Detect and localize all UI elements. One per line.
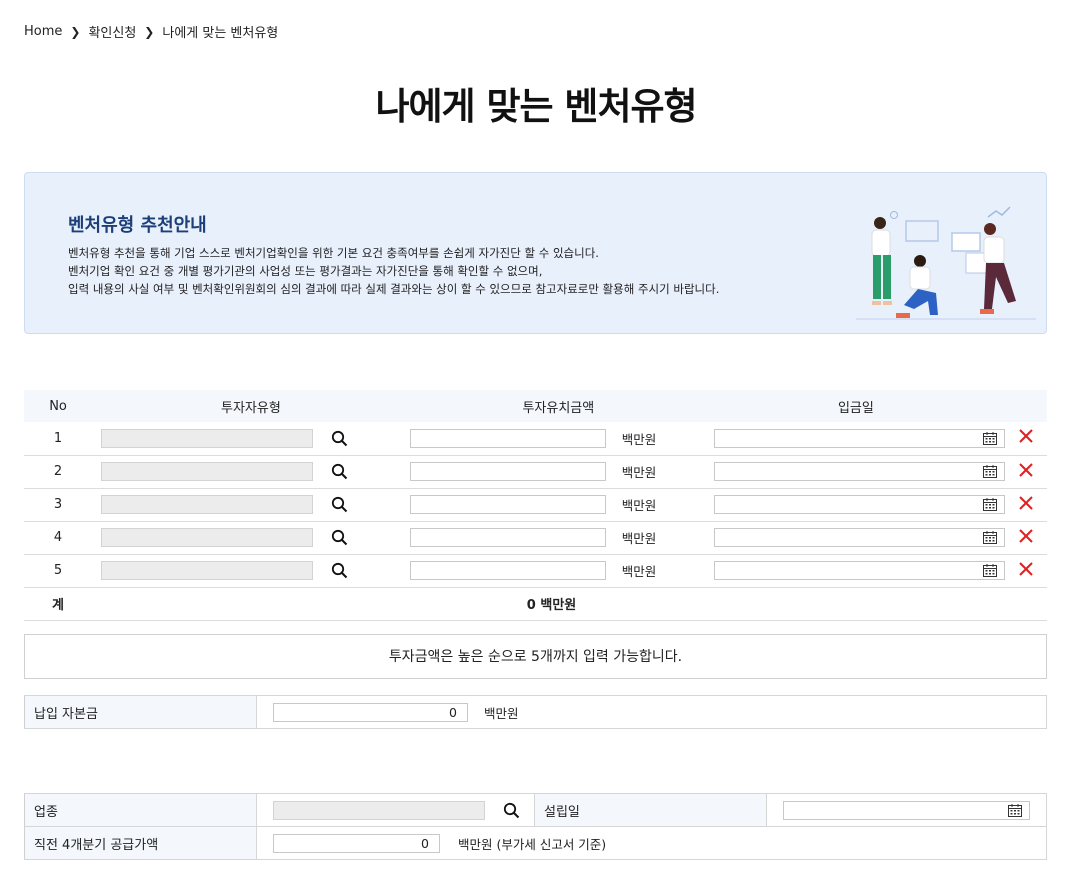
header-deposit-date: 입금일 [706,390,1005,422]
calendar-icon[interactable] [982,564,997,577]
table-row: 5 백만원 [24,554,1047,588]
founded-date-input[interactable] [783,800,1030,820]
deposit-date-input[interactable] [713,428,1005,448]
investor-type-input[interactable] [101,428,314,448]
search-icon[interactable] [329,528,349,548]
close-icon[interactable] [1017,560,1035,578]
row-no: 5 [24,554,93,588]
close-icon[interactable] [1017,494,1035,512]
header-investor-type: 투자자유형 [92,390,410,422]
amount-unit: 백만원 [621,531,657,546]
amount-unit: 백만원 [621,498,657,513]
investor-type-input[interactable] [101,462,314,481]
table-row: 3 백만원 [24,488,1047,522]
investment-amount-input[interactable] [409,528,606,547]
deposit-date-input[interactable] [713,528,1005,547]
industry-input[interactable] [273,800,485,820]
guide-line-2: 벤처기업 확인 요건 중 개별 평가기관의 사업성 또는 평가결과는 자가진단을… [68,264,543,278]
breadcrumb-home[interactable]: Home [24,24,62,39]
investment-amount-input[interactable] [409,561,606,580]
capital-table: 납입 자본금 백만원 [24,695,1047,729]
calendar-icon[interactable] [982,431,997,445]
row-no: 4 [24,521,93,555]
deposit-date-input[interactable] [713,462,1005,481]
notice-message: 투자금액은 높은 순으로 5개까지 입력 가능합니다. [24,634,1047,679]
deposit-date-input[interactable] [713,495,1005,514]
capital-label: 납입 자본금 [24,695,257,729]
table-header-row: No 투자자유형 투자유치금액 입금일 [24,390,1047,422]
row-no: 1 [24,422,93,456]
sum-label: 계 [24,587,93,621]
search-icon[interactable] [329,561,349,581]
header-investment-amount: 투자유치금액 [409,390,707,422]
guide-line-1: 벤처유형 추천을 통해 기업 스스로 벤처기업확인을 위한 기본 요건 충족여부… [68,246,599,260]
calendar-icon[interactable] [982,531,997,544]
breadcrumb: Home ❯ 확인신청 ❯ 나에게 맞는 벤처유형 [24,22,278,41]
calendar-icon[interactable] [1008,803,1022,817]
chevron-right-icon: ❯ [70,24,81,39]
industry-label: 업종 [24,793,257,827]
search-icon[interactable] [329,462,349,482]
investor-type-input[interactable] [101,528,314,547]
calendar-icon[interactable] [982,465,997,478]
table-row: 4 백만원 [24,521,1047,555]
amount-unit: 백만원 [621,431,657,447]
team-illustration [856,206,1036,320]
table-row: 2 백만원 [24,455,1047,489]
investor-type-input[interactable] [101,561,314,580]
table-sum-row: 계 0 백만원 [24,587,1047,621]
row-no: 2 [24,455,93,489]
company-table: 업종 설립일 직전 4개분기 공급가액 백만원 (부가세 신고서 기준) [24,793,1047,860]
investment-amount-input[interactable] [409,428,606,448]
guide-line-3: 입력 내용의 사실 여부 및 벤처확인위원회의 심의 결과에 따라 실제 결과와… [68,282,720,296]
supply-label: 직전 4개분기 공급가액 [24,826,257,860]
guide-panel: 벤처유형 추천안내 벤처유형 추천을 통해 기업 스스로 벤처기업확인을 위한 … [24,172,1047,334]
guide-title: 벤처유형 추천안내 [68,215,207,236]
chevron-right-icon: ❯ [144,24,155,39]
page-title: 나에게 맞는 벤처유형 [375,85,697,128]
guide-description: 벤처유형 추천을 통해 기업 스스로 벤처기업확인을 위한 기본 요건 충족여부… [68,244,719,298]
calendar-icon[interactable] [982,498,997,511]
search-icon[interactable] [501,800,521,820]
capital-input[interactable] [273,702,468,722]
close-icon[interactable] [1017,461,1035,479]
investment-amount-input[interactable] [409,462,606,481]
deposit-date-input[interactable] [713,561,1005,580]
row-no: 3 [24,488,93,522]
breadcrumb-level1[interactable]: 확인신청 [88,22,136,41]
breadcrumb-current: 나에게 맞는 벤처유형 [162,26,279,41]
amount-unit: 백만원 [621,564,657,579]
investment-table: No 투자자유형 투자유치금액 입금일 1 백만원 2 백만원 3 백만원 4 백만원 5 백만원… [24,390,1047,621]
investment-amount-input[interactable] [409,495,606,514]
table-row: 1 백만원 [24,422,1047,456]
close-icon[interactable] [1017,427,1035,445]
sum-value: 0 백만원 [92,587,1047,621]
close-icon[interactable] [1017,527,1035,545]
investor-type-input[interactable] [101,495,314,514]
header-no: No [24,390,93,422]
capital-unit: 백만원 [484,705,519,721]
search-icon[interactable] [329,428,349,448]
founded-label: 설립일 [534,793,767,827]
amount-unit: 백만원 [621,465,657,480]
search-icon[interactable] [329,495,349,515]
supply-unit: 백만원 (부가세 신고서 기준) [458,836,607,852]
supply-input[interactable] [273,833,440,853]
